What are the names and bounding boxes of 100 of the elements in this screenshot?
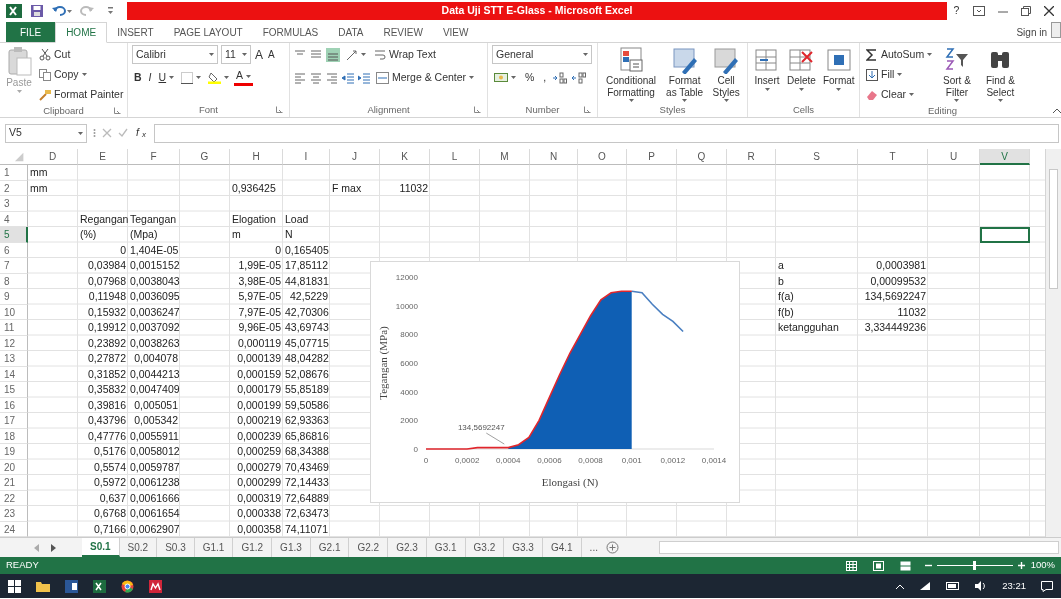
clock[interactable]: 23:21 (1002, 578, 1026, 594)
decrease-decimal-icon[interactable] (572, 71, 587, 84)
dialog-launcher-icon[interactable] (114, 107, 121, 114)
cell-styles-button[interactable]: Cell Styles (709, 45, 743, 103)
decrease-indent-icon[interactable] (342, 71, 354, 84)
ribbon-tab[interactable]: DATA (328, 22, 374, 42)
clear-button[interactable]: Clear (864, 85, 935, 104)
row-header[interactable]: 5 (0, 227, 28, 243)
format-as-table-button[interactable]: Format as Table (663, 45, 707, 103)
spreadsheet-app-icon[interactable] (93, 579, 106, 593)
row-header[interactable]: 19 (0, 444, 28, 460)
conditional-formatting-button[interactable]: Conditional Formatting (602, 45, 661, 103)
help-button[interactable]: ? (953, 3, 960, 19)
battery-icon[interactable] (946, 582, 961, 590)
more-sheets-button[interactable]: ... (581, 538, 606, 557)
chart-area[interactable]: 0 2000 4000 6000 8000 10000 12000 0 0,0002 0,0004 0,0006 0,0008 0,001 0,0012 0,0014 Elongasi (N) Tegangan (MPa) 134,5692247 (370, 261, 740, 503)
insert-cells-button[interactable]: Insert (752, 45, 782, 92)
slider-thumb[interactable] (973, 561, 977, 570)
row-header[interactable]: 3 (0, 196, 28, 212)
column-header[interactable]: P (627, 149, 677, 165)
page-break-icon[interactable] (899, 560, 911, 571)
scroll-right-icon[interactable] (51, 543, 56, 552)
zoom-in-icon[interactable] (1017, 562, 1025, 569)
row-header[interactable]: 15 (0, 382, 28, 398)
autosum-button[interactable]: AutoSum (864, 45, 935, 64)
restore-icon[interactable] (1021, 6, 1032, 16)
ribbon-tab[interactable]: VIEW (432, 22, 479, 42)
column-header[interactable]: E (78, 149, 128, 165)
ribbon-tab[interactable]: INSERT (107, 22, 164, 42)
file-tab[interactable]: FILE (6, 22, 56, 42)
app-icon[interactable] (149, 579, 162, 593)
column-header[interactable]: L (430, 149, 480, 165)
formula-input[interactable] (153, 123, 1059, 143)
document-app-icon[interactable] (65, 579, 78, 593)
fill-button[interactable]: Fill (864, 65, 935, 84)
undo-icon[interactable] (52, 5, 72, 17)
column-header[interactable]: U (928, 149, 980, 165)
column-header[interactable]: H (230, 149, 283, 165)
delete-cells-button[interactable]: Delete (785, 45, 818, 92)
close-icon[interactable] (1044, 6, 1055, 16)
row-header[interactable]: 13 (0, 351, 28, 367)
save-icon[interactable] (30, 4, 44, 18)
ribbon-tab[interactable]: HOME (55, 22, 108, 43)
dialog-launcher-icon[interactable] (474, 106, 481, 113)
format-cells-button[interactable]: Format (820, 45, 857, 92)
customize-icon[interactable] (108, 7, 113, 15)
column-header[interactable]: O (578, 149, 627, 165)
column-header[interactable]: J (330, 149, 380, 165)
sort-filter-button[interactable]: Sort & Filter (937, 45, 977, 103)
italic-button[interactable]: I (146, 68, 154, 87)
ribbon-tab[interactable]: REVIEW (373, 22, 433, 42)
column-header[interactable]: G (180, 149, 230, 165)
row-header[interactable]: 23 (0, 506, 28, 522)
row-header[interactable]: 21 (0, 475, 28, 491)
grow-font-button[interactable]: A (254, 45, 264, 64)
zoom-out-icon[interactable] (924, 562, 932, 569)
folder-icon[interactable] (36, 580, 50, 592)
volume-icon[interactable] (975, 581, 988, 591)
browser-icon[interactable] (121, 579, 134, 593)
add-sheet-icon[interactable] (605, 541, 619, 554)
network-icon[interactable] (919, 581, 932, 591)
dialog-launcher-icon[interactable] (276, 106, 283, 113)
font-color-button[interactable]: A (234, 69, 254, 86)
zoom-level[interactable]: 100% (1030, 558, 1055, 573)
insert-function-button[interactable]: f$_{x}$ (134, 123, 148, 143)
column-header[interactable]: K (380, 149, 430, 165)
column-header[interactable]: R (727, 149, 776, 165)
number-format-field[interactable]: General (492, 45, 592, 64)
column-header[interactable]: D (28, 149, 78, 165)
ribbon-tab[interactable]: FORMULAS (252, 22, 329, 42)
font-size-field[interactable]: 11 (221, 45, 251, 64)
comma-button[interactable]: , (541, 68, 549, 87)
windows-logo-icon[interactable] (8, 579, 21, 593)
cut-button[interactable]: Cut (37, 45, 126, 64)
name-box[interactable]: V5 (5, 123, 87, 143)
horizontal-scrollbar[interactable] (658, 541, 1059, 554)
column-header[interactable]: N (530, 149, 578, 165)
column-header[interactable]: S (776, 149, 858, 165)
row-header[interactable]: 11 (0, 320, 28, 336)
column-header[interactable]: M (480, 149, 530, 165)
bold-button[interactable]: B (132, 68, 144, 87)
ribbon-tab[interactable]: PAGE LAYOUT (163, 22, 253, 42)
ribbon-display-icon[interactable] (972, 6, 985, 16)
shrink-font-button[interactable]: A (267, 45, 276, 64)
find-select-button[interactable]: Find & Select (979, 45, 1021, 103)
page-layout-icon[interactable] (872, 560, 884, 571)
percent-button[interactable]: % (523, 68, 537, 87)
sheet-tab[interactable]: S0.1 (82, 538, 120, 557)
normal-view-icon[interactable] (845, 560, 857, 571)
column-header[interactable]: Q (677, 149, 727, 165)
font-name-field[interactable]: Calibri (132, 45, 218, 64)
row-header[interactable]: 9 (0, 289, 28, 305)
format-painter-button[interactable]: Format Painter (37, 85, 126, 104)
column-header[interactable]: I (283, 149, 330, 165)
notification-icon[interactable] (1041, 580, 1053, 592)
increase-indent-icon[interactable] (358, 71, 370, 84)
wrap-text-button[interactable]: Wrap Text (372, 45, 438, 64)
increase-decimal-icon[interactable] (553, 71, 568, 84)
column-header[interactable]: V (980, 149, 1030, 165)
merge-center-button[interactable]: Merge & Center (374, 68, 477, 87)
